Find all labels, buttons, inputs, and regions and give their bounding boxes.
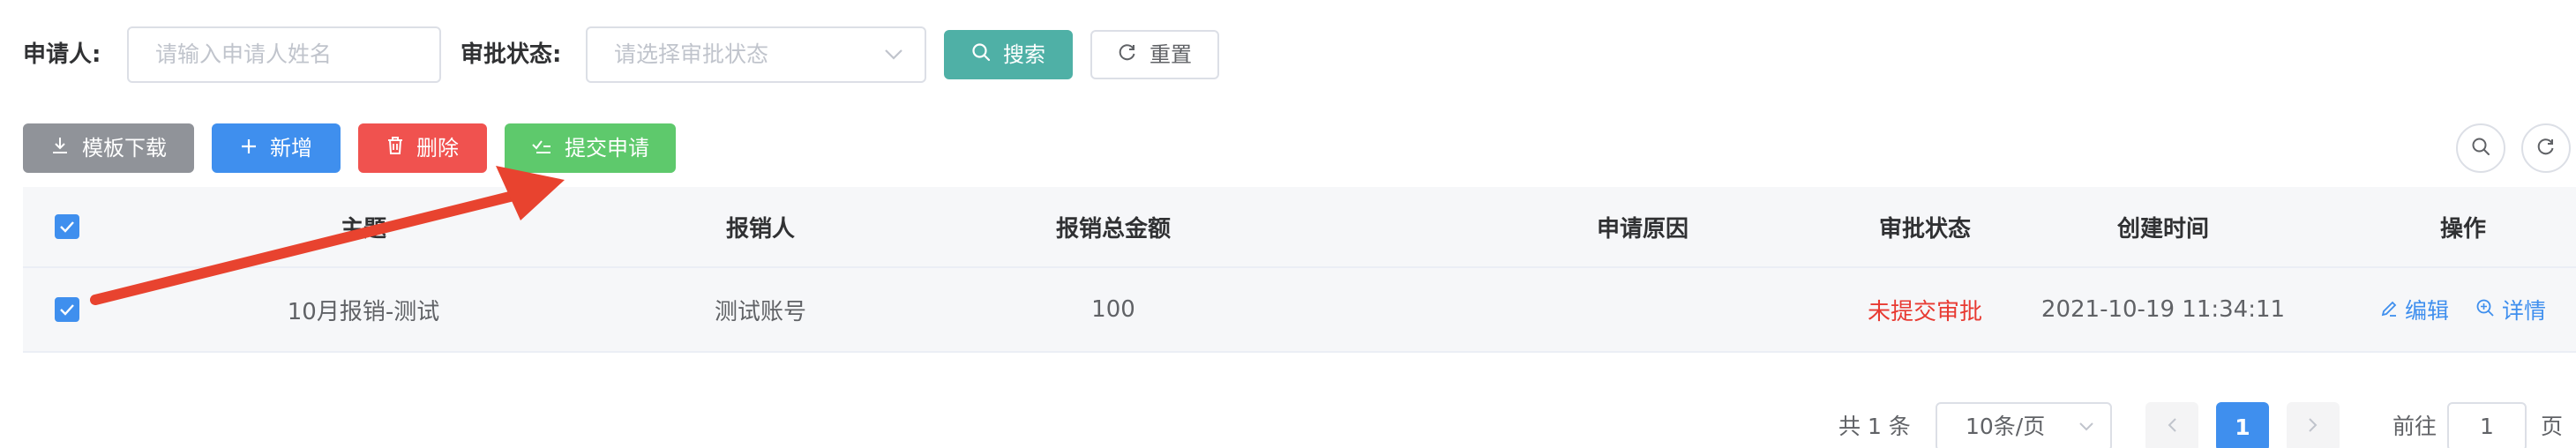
trash-icon (386, 125, 404, 171)
cell-actions: 编辑 详情 (2357, 268, 2569, 351)
cell-subject: 10月报销-测试 (287, 298, 440, 325)
cell-reason (1466, 268, 1819, 351)
search-icon (2471, 137, 2490, 160)
col-amount: 报销总金额 (1055, 215, 1171, 243)
refresh-icon (2536, 137, 2556, 160)
edit-label: 编辑 (2404, 298, 2449, 324)
reimbursement-table: 主题 报销人 报销总金额 申请原因 审批状态 创建时间 操作 10月报销-测试 … (23, 187, 2576, 353)
template-download-label: 模板下载 (82, 136, 167, 161)
row-checkbox[interactable] (55, 297, 79, 322)
cell-created: 2021-10-19 11:34:11 (2041, 296, 2286, 323)
add-button[interactable]: 新增 (212, 123, 341, 173)
page-suffix: 页 (2541, 414, 2564, 439)
pagination-total: 共 1 条 (1838, 414, 1911, 439)
search-button[interactable]: 搜索 (944, 30, 1073, 79)
status-select[interactable]: 请选择审批状态 (586, 26, 926, 83)
edit-link[interactable]: 编辑 (2380, 294, 2449, 325)
cell-reimburser: 测试账号 (714, 298, 806, 325)
row-select-cell (49, 268, 85, 351)
chevron-down-icon (884, 28, 903, 81)
select-all-cell (49, 187, 85, 266)
submit-application-button[interactable]: 提交申请 (505, 123, 676, 173)
goto-label: 前往 (2393, 414, 2437, 439)
select-all-checkbox[interactable] (55, 214, 79, 239)
next-page-button[interactable] (2287, 402, 2340, 448)
reset-button[interactable]: 重置 (1090, 30, 1219, 79)
submit-application-label: 提交申请 (565, 136, 649, 161)
prev-page-button[interactable] (2145, 402, 2198, 448)
delete-button-label: 删除 (416, 136, 459, 161)
refresh-icon (1118, 32, 1137, 78)
search-icon (971, 32, 991, 78)
zoom-in-icon (2475, 297, 2495, 323)
chevron-left-icon (2167, 417, 2177, 437)
edit-icon (2380, 297, 2398, 323)
refresh-table-button[interactable] (2521, 123, 2571, 173)
checklist-icon (531, 125, 552, 171)
reset-button-label: 重置 (1149, 42, 1192, 67)
cell-amount: 100 (1091, 296, 1135, 323)
table-header: 主题 报销人 报销总金额 申请原因 审批状态 创建时间 操作 (23, 187, 2576, 268)
applicant-placeholder: 请输入申请人姓名 (155, 41, 333, 67)
col-reason: 申请原因 (1596, 215, 1689, 243)
add-button-label: 新增 (270, 136, 312, 161)
detail-link[interactable]: 详情 (2475, 294, 2546, 325)
chevron-right-icon (2308, 417, 2318, 437)
page-number-current[interactable]: 1 (2216, 402, 2269, 448)
template-download-button[interactable]: 模板下载 (23, 123, 194, 173)
applicant-label: 申请人: (23, 41, 101, 68)
applicant-input[interactable]: 请输入申请人姓名 (127, 26, 441, 83)
detail-label: 详情 (2502, 298, 2547, 324)
chevron-down-icon (2078, 404, 2094, 448)
page-size-select[interactable]: 10条/页 (1936, 402, 2112, 448)
goto-page-value: 1 (2480, 414, 2494, 439)
col-reimburser: 报销人 (725, 215, 795, 243)
status-label: 审批状态: (461, 41, 562, 68)
col-actions: 操作 (2439, 215, 2486, 243)
search-button-label: 搜索 (1003, 42, 1045, 67)
status-placeholder: 请选择审批状态 (614, 41, 769, 67)
delete-button[interactable]: 删除 (358, 123, 487, 173)
goto-page-input[interactable]: 1 (2447, 402, 2527, 448)
plus-icon (240, 125, 258, 171)
col-subject: 主题 (340, 215, 386, 243)
download-icon (50, 125, 70, 171)
toggle-search-button[interactable] (2456, 123, 2505, 173)
col-created: 创建时间 (2116, 215, 2209, 243)
page-size-value: 10条/页 (1966, 414, 2046, 439)
table-row: 10月报销-测试 测试账号 100 未提交审批 2021-10-19 11:34… (23, 268, 2576, 353)
